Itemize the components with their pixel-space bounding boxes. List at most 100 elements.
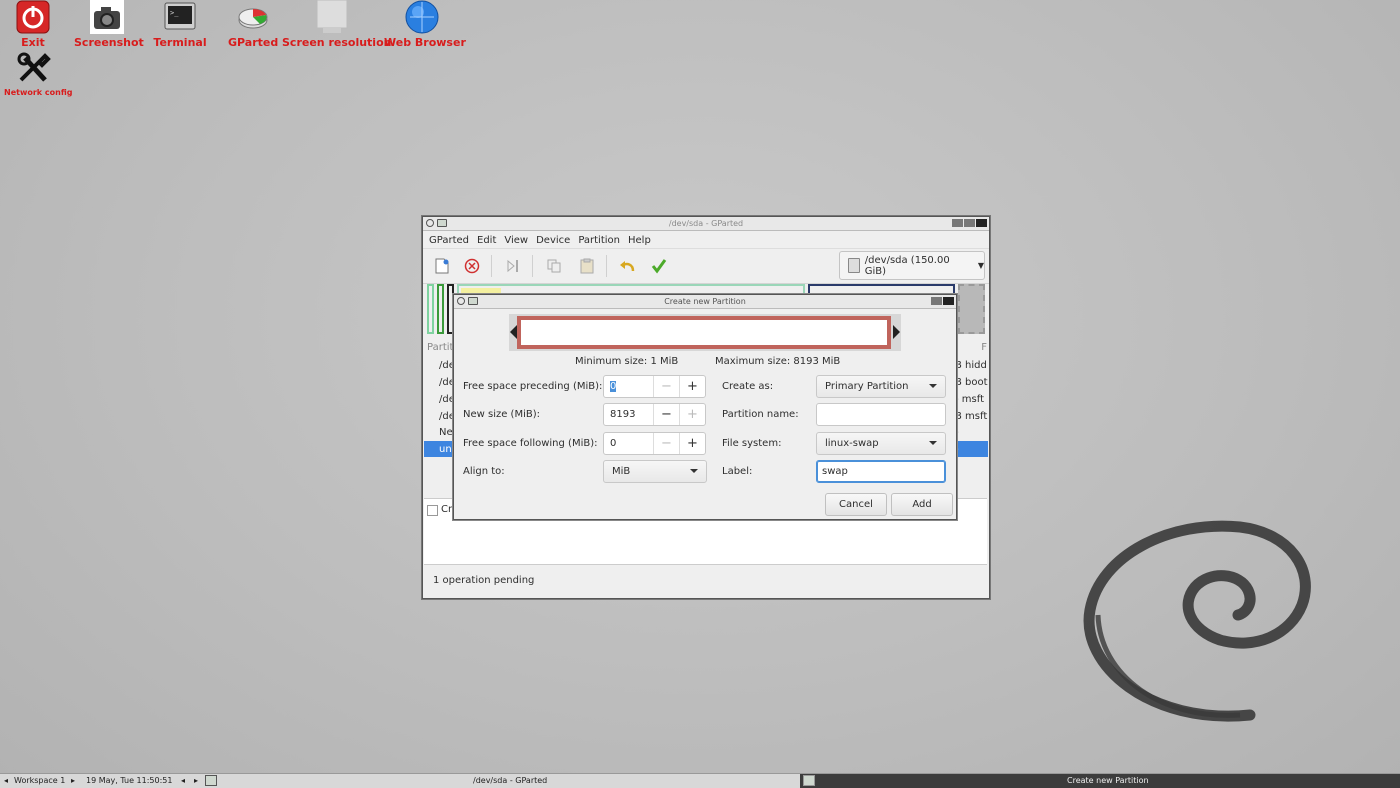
- workspace-next-icon[interactable]: ▸: [71, 776, 75, 785]
- window-title: /dev/sda - GParted: [668, 219, 744, 228]
- globe-icon: [405, 0, 439, 34]
- chevron-down-icon: [929, 384, 937, 388]
- desktop-icon-label: Exit: [21, 36, 45, 49]
- free-space-preceding-label: Free space preceding (MiB):: [463, 381, 603, 392]
- free-space-following-input[interactable]: 0: [604, 433, 653, 454]
- label-label: Label:: [722, 466, 753, 477]
- window-titlebar[interactable]: /dev/sda - GParted: [423, 217, 989, 231]
- paste-icon[interactable]: [578, 257, 596, 275]
- new-size-input[interactable]: 8193: [604, 404, 653, 425]
- free-space-following-label: Free space following (MiB):: [463, 438, 598, 449]
- device-selector[interactable]: /dev/sda (150.00 GiB) ▼: [839, 251, 985, 280]
- chevron-down-icon: [929, 441, 937, 445]
- menu-gparted[interactable]: GParted: [425, 231, 473, 248]
- desktop-icon-gparted[interactable]: GParted: [228, 0, 278, 49]
- delete-icon[interactable]: [463, 257, 481, 275]
- new-partition-icon[interactable]: [433, 257, 451, 275]
- minimize-button[interactable]: [952, 219, 963, 227]
- partition-row-flags: - msft: [955, 394, 985, 405]
- app-icon: [437, 219, 447, 227]
- partition-row-flags: B boot: [955, 377, 988, 388]
- desktop-icon-label: Web Browser: [384, 36, 466, 49]
- free-space-preceding-spinner[interactable]: 0 − +: [603, 375, 706, 398]
- cancel-button[interactable]: Cancel: [825, 493, 887, 516]
- new-partition-icon: [427, 505, 438, 516]
- desktop-icon-label: Screenshot: [74, 36, 144, 49]
- desktop-icon-label: Screen resolution: [282, 36, 392, 49]
- menu-help[interactable]: Help: [624, 231, 655, 248]
- dialog-title: Create new Partition: [664, 297, 746, 306]
- create-as-value: Primary Partition: [825, 381, 909, 392]
- harddisk-icon: [236, 0, 270, 34]
- create-as-select[interactable]: Primary Partition: [816, 375, 946, 398]
- partition-size-bar[interactable]: [517, 316, 891, 349]
- task-prev-icon[interactable]: ◂: [181, 776, 185, 785]
- desktop-icon-screen-resolution[interactable]: Screen resolution: [282, 0, 392, 49]
- desktop-icon-label: Network config: [4, 88, 73, 97]
- app-icon: [468, 297, 478, 305]
- decrement-button[interactable]: −: [653, 433, 679, 454]
- maximize-button[interactable]: [964, 219, 975, 227]
- decrement-button[interactable]: −: [653, 376, 679, 397]
- chevron-down-icon: ▼: [977, 261, 984, 270]
- task-gparted[interactable]: /dev/sda - GParted: [473, 776, 547, 785]
- status-bar: 1 operation pending: [433, 575, 535, 586]
- partition-list-header-right: F: [981, 342, 987, 353]
- align-to-label: Align to:: [463, 466, 505, 477]
- desktop-icon-terminal[interactable]: >_ Terminal: [152, 0, 208, 49]
- workspace-label[interactable]: Workspace 1: [14, 776, 65, 785]
- free-space-following-spinner[interactable]: 0 − +: [603, 432, 706, 455]
- device-selector-label: /dev/sda (150.00 GiB): [864, 254, 950, 277]
- camera-icon: [90, 0, 124, 34]
- dialog-titlebar[interactable]: Create new Partition: [454, 295, 956, 309]
- desktop-icon-label: Terminal: [153, 36, 207, 49]
- close-button[interactable]: [976, 219, 987, 227]
- desktop-icon-exit[interactable]: Exit: [12, 0, 54, 49]
- partition-name-input[interactable]: [816, 403, 946, 426]
- add-button[interactable]: Add: [891, 493, 953, 516]
- decrement-button[interactable]: −: [653, 404, 679, 425]
- apply-icon[interactable]: [650, 257, 668, 275]
- disk-icon: [848, 258, 860, 273]
- align-to-select[interactable]: MiB: [603, 460, 707, 483]
- partition-name-label: Partition name:: [722, 409, 799, 420]
- clock: 19 May, Tue 11:50:51: [86, 776, 173, 785]
- svg-text:>_: >_: [170, 9, 179, 17]
- maximum-size-text: Maximum size: 8193 MiB: [715, 356, 841, 367]
- desktop-icon-label: GParted: [228, 36, 279, 49]
- desktop-icon-screenshot[interactable]: Screenshot: [74, 0, 144, 49]
- file-system-select[interactable]: linux-swap: [816, 432, 946, 455]
- window-menu-icon[interactable]: [457, 297, 465, 305]
- minimize-button[interactable]: [931, 297, 942, 305]
- increment-button[interactable]: +: [679, 376, 705, 397]
- free-space-preceding-input[interactable]: 0: [604, 376, 653, 397]
- resize-left-handle[interactable]: [510, 325, 517, 339]
- task-next-icon[interactable]: ▸: [194, 776, 198, 785]
- menu-partition[interactable]: Partition: [574, 231, 624, 248]
- file-system-value: linux-swap: [825, 438, 879, 449]
- task-create-partition[interactable]: Create new Partition: [1067, 776, 1149, 785]
- window-menu-icon[interactable]: [426, 219, 434, 227]
- menu-device[interactable]: Device: [532, 231, 574, 248]
- increment-button[interactable]: +: [679, 433, 705, 454]
- desktop-icon-web-browser[interactable]: Web Browser: [384, 0, 466, 49]
- menu-view[interactable]: View: [500, 231, 532, 248]
- copy-icon[interactable]: [545, 257, 563, 275]
- partition-resizer[interactable]: [509, 314, 901, 351]
- terminal-icon: >_: [163, 0, 197, 34]
- debian-swirl-logo: [1083, 520, 1311, 722]
- monitor-icon: [315, 0, 349, 34]
- menu-edit[interactable]: Edit: [473, 231, 500, 248]
- new-size-spinner[interactable]: 8193 − +: [603, 403, 706, 426]
- label-input[interactable]: swap: [816, 460, 946, 483]
- resize-move-icon[interactable]: [504, 257, 522, 275]
- workspace-prev-icon[interactable]: ◂: [4, 776, 8, 785]
- undo-icon[interactable]: [619, 257, 637, 275]
- desktop-icon-network-config[interactable]: Network config: [4, 52, 73, 97]
- close-button[interactable]: [943, 297, 954, 305]
- window-icon: [803, 775, 815, 786]
- partition-row-flags: B hidd: [955, 360, 987, 371]
- partition-list-header: Partiti: [427, 342, 457, 353]
- increment-button[interactable]: +: [679, 404, 705, 425]
- resize-right-handle[interactable]: [893, 325, 900, 339]
